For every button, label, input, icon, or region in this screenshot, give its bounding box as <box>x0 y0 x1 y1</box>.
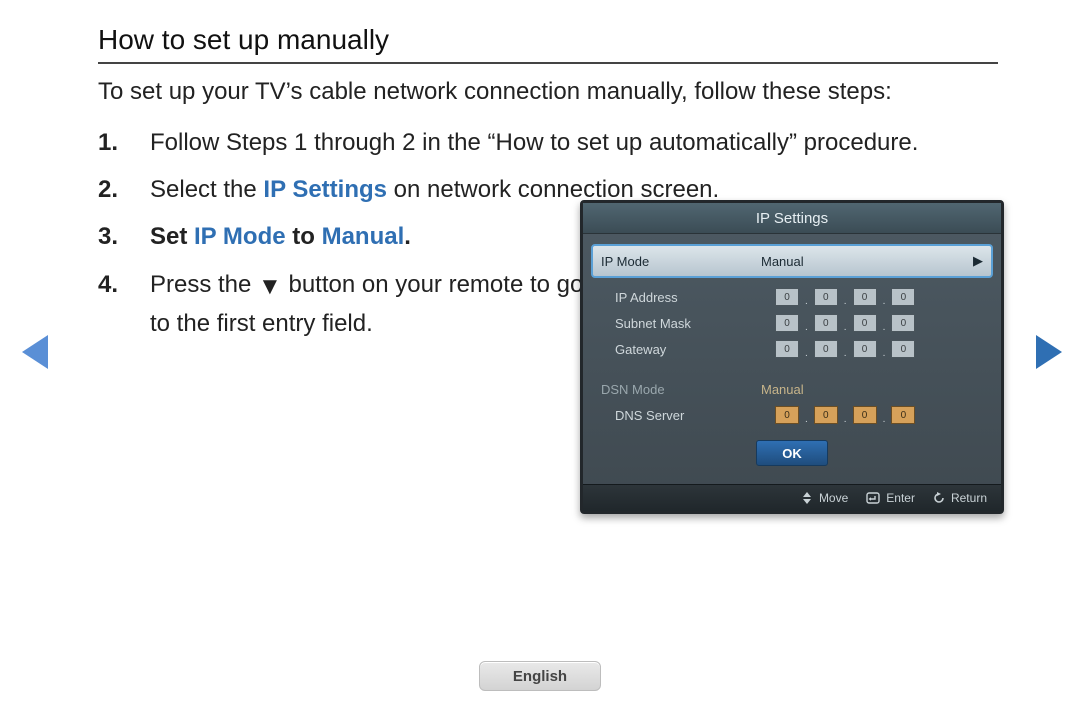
step-3-post: . <box>404 223 411 250</box>
chevron-left-icon <box>22 335 48 369</box>
intro-text: To set up your TV’s cable network connec… <box>98 78 998 106</box>
step-number: 4 <box>98 266 138 303</box>
dns-server-label: DNS Server <box>601 408 775 423</box>
ip-octet-input[interactable]: 0 <box>853 314 877 332</box>
dns-server-value: 0. 0. 0. 0 <box>775 406 915 424</box>
ip-octet-input[interactable]: 0 <box>891 288 915 306</box>
title-rule <box>98 62 998 64</box>
enter-icon <box>866 492 880 504</box>
ip-octet-input[interactable]: 0 <box>814 340 838 358</box>
dot-icon: . <box>805 296 808 307</box>
gateway-value: 0. 0. 0. 0 <box>775 340 915 358</box>
dot-icon: . <box>805 348 808 359</box>
dot-icon: . <box>883 414 886 425</box>
ip-octet-input[interactable]: 0 <box>891 340 915 358</box>
gateway-label: Gateway <box>601 342 775 357</box>
return-icon <box>933 492 945 504</box>
ip-mode-label: IP Mode <box>601 254 761 269</box>
ip-address-value: 0. 0. 0. 0 <box>775 288 915 306</box>
dot-icon: . <box>883 322 886 333</box>
ip-octet-input[interactable]: 0 <box>891 314 915 332</box>
ip-octet-input[interactable]: 0 <box>853 406 877 424</box>
ip-octet-input[interactable]: 0 <box>814 406 838 424</box>
subnet-mask-value: 0. 0. 0. 0 <box>775 314 915 332</box>
dns-server-row[interactable]: DNS Server 0. 0. 0. 0 <box>601 402 983 428</box>
ip-octet-input[interactable]: 0 <box>775 288 799 306</box>
page-title: How to set up manually <box>98 24 998 56</box>
dot-icon: . <box>844 414 847 425</box>
dot-icon: . <box>844 296 847 307</box>
step-2-pre: Select the <box>150 176 263 203</box>
gateway-row[interactable]: Gateway 0. 0. 0. 0 <box>601 336 983 362</box>
footer-move: Move <box>801 491 848 505</box>
ip-mode-row[interactable]: IP Mode Manual ▶ <box>591 244 993 278</box>
ip-address-label: IP Address <box>601 290 775 305</box>
ip-octet-input[interactable]: 0 <box>775 406 799 424</box>
panel-title: IP Settings <box>583 203 1001 234</box>
ip-settings-panel: IP Settings IP Mode Manual ▶ IP Address … <box>580 200 1004 514</box>
step-number: 3 <box>98 218 138 255</box>
panel-footer: Move Enter Return <box>583 484 1001 511</box>
dot-icon: . <box>805 322 808 333</box>
ip-octet-input[interactable]: 0 <box>814 288 838 306</box>
subnet-mask-label: Subnet Mask <box>601 316 775 331</box>
down-triangle-icon: ▼ <box>258 268 282 305</box>
ip-octet-input[interactable]: 0 <box>775 314 799 332</box>
footer-enter-label: Enter <box>886 491 915 505</box>
dot-icon: . <box>844 348 847 359</box>
dot-icon: . <box>805 414 808 425</box>
step-number: 1 <box>98 124 138 161</box>
prev-page-button[interactable] <box>22 335 48 369</box>
next-page-button[interactable] <box>1036 335 1062 369</box>
step-number: 2 <box>98 171 138 208</box>
step-1-text: Follow Steps 1 through 2 in the “How to … <box>150 129 918 156</box>
ip-octet-input[interactable]: 0 <box>814 314 838 332</box>
footer-enter: Enter <box>866 491 915 505</box>
step-3-pre: Set <box>150 223 194 250</box>
subnet-mask-row[interactable]: Subnet Mask 0. 0. 0. 0 <box>601 310 983 336</box>
ip-mode-value: Manual <box>761 254 973 269</box>
language-button[interactable]: English <box>479 661 601 691</box>
dot-icon: . <box>883 296 886 307</box>
footer-move-label: Move <box>819 491 848 505</box>
ok-button[interactable]: OK <box>756 440 828 466</box>
keyword-manual: Manual <box>322 223 405 250</box>
dsn-mode-label: DSN Mode <box>601 382 761 397</box>
ip-octet-input[interactable]: 0 <box>775 340 799 358</box>
chevron-right-icon: ▶ <box>973 253 983 269</box>
dsn-mode-row[interactable]: DSN Mode Manual <box>601 376 983 402</box>
step-3-mid: to <box>286 223 322 250</box>
keyword-ip-settings: IP Settings <box>263 176 387 203</box>
keyword-ip-mode: IP Mode <box>194 223 286 250</box>
chevron-right-icon <box>1036 335 1062 369</box>
move-icon <box>801 492 813 504</box>
ip-address-row[interactable]: IP Address 0. 0. 0. 0 <box>601 284 983 310</box>
footer-return-label: Return <box>951 491 987 505</box>
step-4-pre: Press the <box>150 271 258 298</box>
ip-octet-input[interactable]: 0 <box>891 406 915 424</box>
footer-return: Return <box>933 491 987 505</box>
dot-icon: . <box>883 348 886 359</box>
dsn-mode-value: Manual <box>761 382 983 397</box>
ip-octet-input[interactable]: 0 <box>853 340 877 358</box>
step-1: 1 Follow Steps 1 through 2 in the “How t… <box>98 124 998 161</box>
ip-octet-input[interactable]: 0 <box>853 288 877 306</box>
step-4: 4 Press the ▼ button on your remote to g… <box>98 266 610 342</box>
dot-icon: . <box>844 322 847 333</box>
